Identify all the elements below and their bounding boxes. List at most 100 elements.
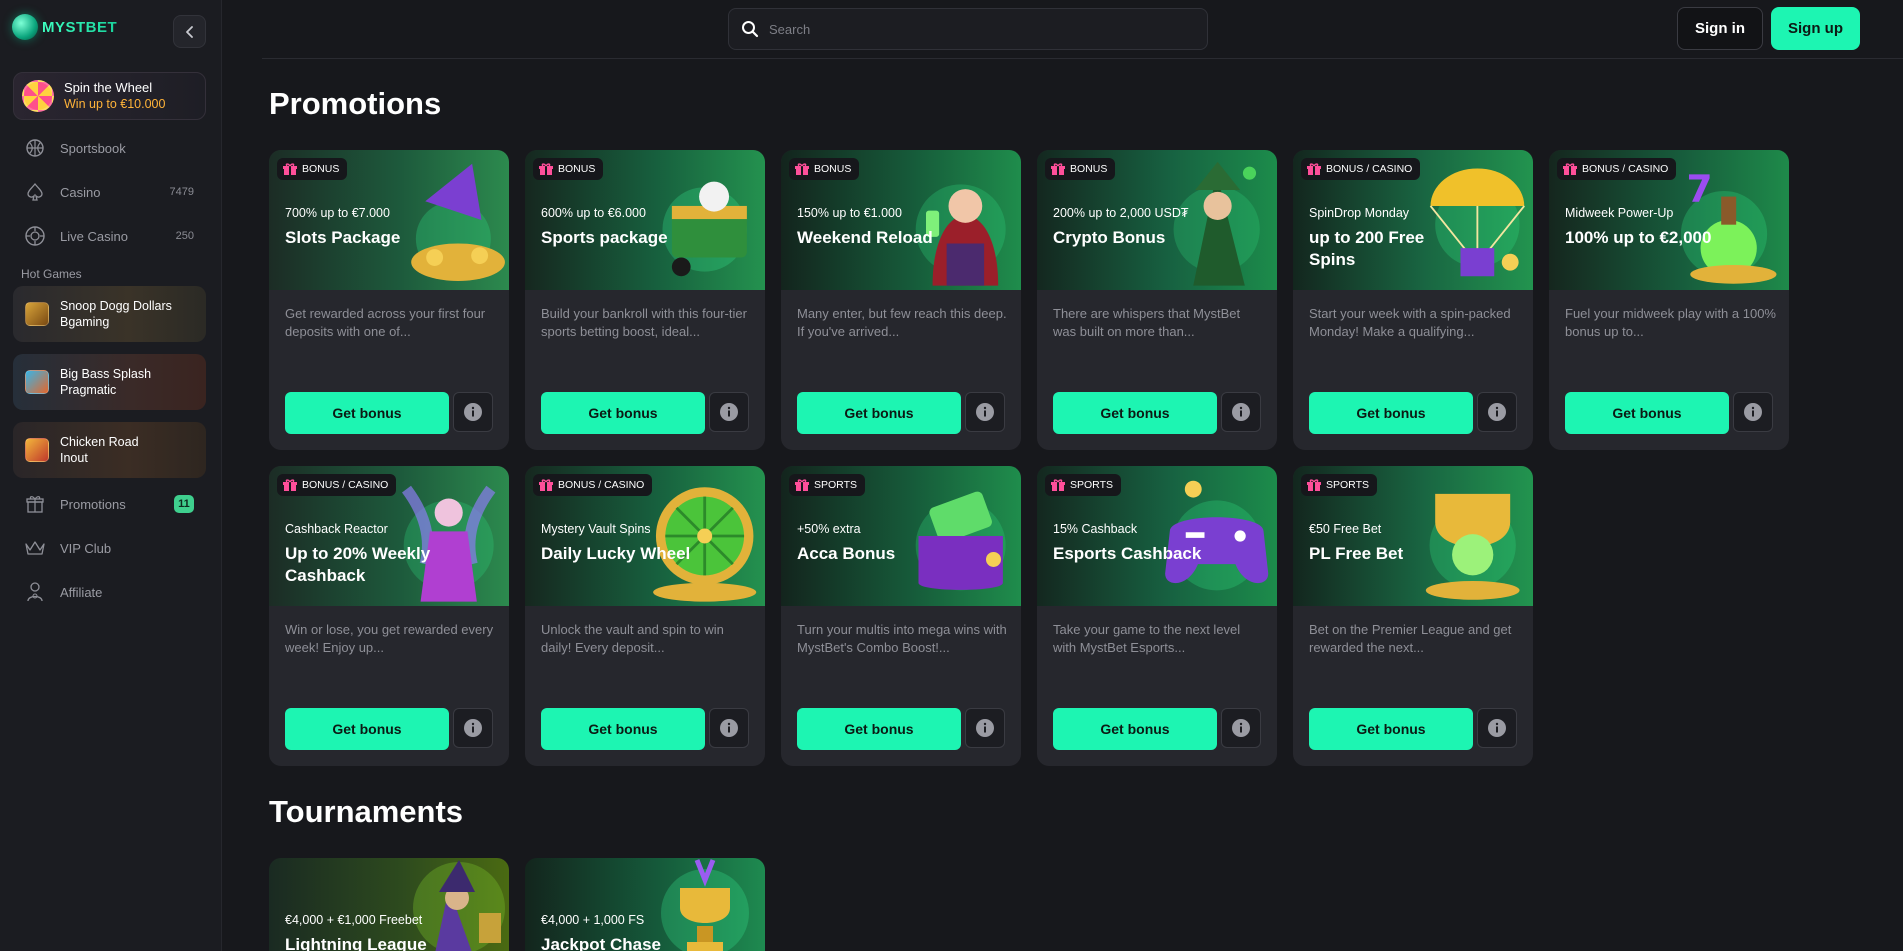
promotion-hero: SPORTS 15% Cashback Esports Cashback [1037, 466, 1277, 606]
hot-game-provider: Pragmatic [60, 383, 117, 397]
sidebar-item-promotions[interactable]: Promotions 11 [24, 490, 196, 518]
promotion-card[interactable]: SPORTS 15% Cashback Esports Cashback Tak… [1037, 466, 1277, 766]
promotion-art-icon [1165, 480, 1269, 591]
search-input[interactable] [769, 21, 1169, 37]
promotion-description: Many enter, but few reach this deep. If … [797, 306, 1007, 339]
hot-game-name: Snoop Dogg Dollars [60, 299, 172, 313]
get-bonus-button[interactable]: Get bonus [541, 392, 705, 434]
promotion-card[interactable]: SPORTS +50% extra Acca Bonus Turn your m… [781, 466, 1021, 766]
promotion-tag-label: BONUS / CASINO [302, 479, 389, 491]
info-icon [1232, 719, 1250, 737]
sidebar: MYSTBET Spin the Wheel Win up to €10.000… [0, 0, 222, 951]
sidebar-item-vip-club[interactable]: VIP Club [24, 534, 196, 562]
promotion-title: Slots Package [285, 228, 401, 247]
promotion-card[interactable]: BONUS 600% up to €6.000 Sports package B… [525, 150, 765, 450]
info-button[interactable] [965, 392, 1005, 432]
brand-logo[interactable]: MYSTBET [12, 14, 117, 40]
search-box[interactable] [728, 8, 1208, 50]
promotion-title: 100% up to €2,000 [1565, 228, 1712, 247]
promotion-title: Up to 20% Weekly Cashback [285, 544, 431, 585]
get-bonus-button[interactable]: Get bonus [285, 392, 449, 434]
info-button[interactable] [1221, 392, 1261, 432]
get-bonus-button[interactable]: Get bonus [285, 708, 449, 750]
promotion-tag: SPORTS [1045, 474, 1121, 496]
promotion-card[interactable]: BONUS 150% up to €1.000 Weekend Reload M… [781, 150, 1021, 450]
info-button[interactable] [709, 708, 749, 748]
gift-icon [1307, 162, 1321, 175]
info-icon [464, 719, 482, 737]
promotion-hero: BONUS 600% up to €6.000 Sports package [525, 150, 765, 290]
live-casino-count: 250 [175, 230, 194, 242]
sign-up-button[interactable]: Sign up [1771, 7, 1860, 50]
promotion-card[interactable]: BONUS 200% up to 2,000 USD₮ Crypto Bonus… [1037, 150, 1277, 450]
info-icon [720, 719, 738, 737]
info-button[interactable] [453, 708, 493, 748]
casino-count: 7479 [169, 186, 194, 198]
gift-icon [283, 478, 297, 491]
info-button[interactable] [709, 392, 749, 432]
promotion-card[interactable]: BONUS 700% up to €7.000 Slots Package Ge… [269, 150, 509, 450]
info-button[interactable] [1221, 708, 1261, 748]
promotion-description: Start your week with a spin-packed Monda… [1309, 306, 1511, 339]
prize-wheel-icon [22, 80, 54, 112]
promotion-kicker: 600% up to €6.000 [541, 206, 646, 220]
info-button[interactable] [1733, 392, 1773, 432]
svg-text:7: 7 [1687, 166, 1713, 210]
promotion-card[interactable]: 7 BONUS / CASINO Midweek Power-Up 100% u… [1549, 150, 1789, 450]
sign-in-button[interactable]: Sign in [1677, 7, 1763, 50]
tournament-card[interactable]: €4,000 + 1,000 FS Jackpot Chase [525, 858, 765, 951]
info-button[interactable] [1477, 392, 1517, 432]
promotion-description: Unlock the vault and spin to win daily! … [541, 622, 724, 655]
sidebar-item-label: Casino [60, 184, 101, 200]
promotion-hero: SPORTS €50 Free Bet PL Free Bet [1293, 466, 1533, 606]
get-bonus-button[interactable]: Get bonus [797, 708, 961, 750]
search-icon [742, 21, 759, 38]
get-bonus-button[interactable]: Get bonus [541, 708, 705, 750]
hot-game-item[interactable]: Big Bass Splash Pragmatic [13, 354, 206, 410]
promotion-title: Weekend Reload [797, 228, 933, 247]
promotion-kicker: €50 Free Bet [1309, 522, 1382, 536]
promotion-card[interactable]: BONUS / CASINO Mystery Vault Spins Daily… [525, 466, 765, 766]
info-icon [1488, 403, 1506, 421]
info-button[interactable] [965, 708, 1005, 748]
tournament-prize: €4,000 + €1,000 Freebet [285, 913, 423, 927]
promotion-card[interactable]: BONUS / CASINO Cashback Reactor Up to 20… [269, 466, 509, 766]
spin-title: Spin the Wheel [64, 80, 153, 95]
get-bonus-button[interactable]: Get bonus [1053, 392, 1217, 434]
get-bonus-button[interactable]: Get bonus [1309, 392, 1473, 434]
gift-icon [1563, 162, 1577, 175]
info-icon [1744, 403, 1762, 421]
promotion-card[interactable]: BONUS / CASINO SpinDrop Monday up to 200… [1293, 150, 1533, 450]
info-button[interactable] [453, 392, 493, 432]
spin-the-wheel-banner[interactable]: Spin the Wheel Win up to €10.000 [13, 72, 206, 120]
promotion-description: There are whispers that MystBet was buil… [1053, 306, 1241, 339]
promotion-card[interactable]: SPORTS €50 Free Bet PL Free Bet Bet on t… [1293, 466, 1533, 766]
info-icon [976, 719, 994, 737]
sidebar-collapse-button[interactable] [173, 15, 206, 48]
poker-chip-icon [24, 225, 46, 247]
spade-icon [24, 181, 46, 203]
promotion-art-icon [411, 163, 505, 281]
sidebar-item-sportsbook[interactable]: Sportsbook [24, 134, 196, 162]
promotion-tag-label: BONUS / CASINO [1326, 163, 1413, 175]
get-bonus-button[interactable]: Get bonus [1309, 708, 1473, 750]
sidebar-item-affiliate[interactable]: Affiliate [24, 578, 196, 606]
sidebar-item-live-casino[interactable]: Live Casino 250 [24, 222, 196, 250]
get-bonus-button[interactable]: Get bonus [1053, 708, 1217, 750]
hot-game-item[interactable]: Chicken Road Inout [13, 422, 206, 478]
promotion-tag-label: BONUS [814, 163, 852, 175]
promotion-tag: BONUS / CASINO [1557, 158, 1677, 180]
promotion-description: Bet on the Premier League and get reward… [1309, 622, 1512, 655]
get-bonus-button[interactable]: Get bonus [1565, 392, 1729, 434]
sidebar-item-casino[interactable]: Casino 7479 [24, 178, 196, 206]
tournament-card[interactable]: €4,000 + €1,000 Freebet Lightning League [269, 858, 509, 951]
promotion-tag-label: BONUS / CASINO [1582, 163, 1669, 175]
info-button[interactable] [1477, 708, 1517, 748]
get-bonus-button[interactable]: Get bonus [797, 392, 961, 434]
hot-game-item[interactable]: Snoop Dogg Dollars Bgaming [13, 286, 206, 342]
hot-game-provider: Inout [60, 451, 88, 465]
promotion-art-icon [915, 491, 1006, 591]
gift-icon [795, 478, 809, 491]
game-thumbnail [25, 438, 49, 462]
gift-icon [1051, 162, 1065, 175]
